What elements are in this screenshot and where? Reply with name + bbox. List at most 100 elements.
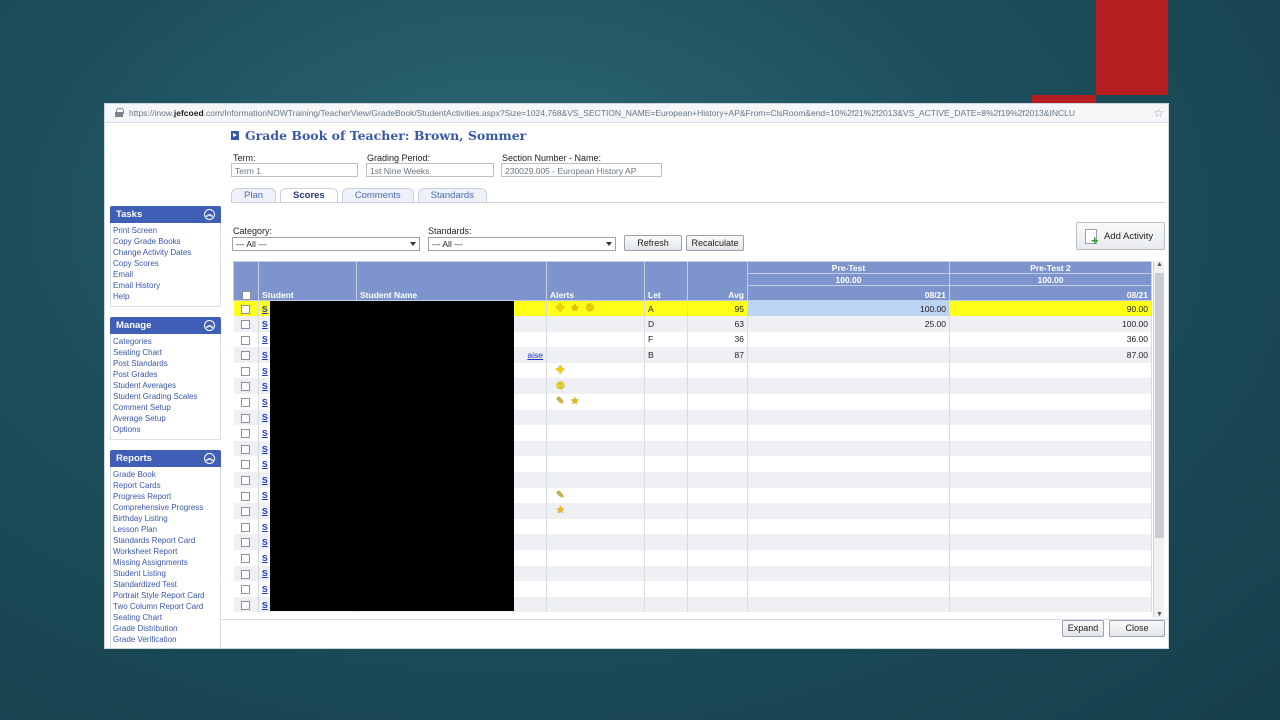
score-cell[interactable] bbox=[949, 409, 1152, 426]
row-checkbox[interactable] bbox=[241, 413, 251, 423]
activity-name-header[interactable]: Pre-Test bbox=[747, 261, 950, 274]
score-cell[interactable] bbox=[747, 565, 950, 582]
student-name-link[interactable]: aise bbox=[527, 350, 543, 360]
tasks-link[interactable]: Email bbox=[113, 269, 218, 280]
row-checkbox[interactable] bbox=[241, 491, 251, 501]
row-checkbox[interactable] bbox=[241, 320, 251, 330]
score-cell[interactable]: 25.00 bbox=[747, 316, 950, 332]
reports-link[interactable]: Worksheet Report bbox=[113, 546, 218, 557]
add-activity-button[interactable]: + Add Activity bbox=[1076, 222, 1165, 250]
reports-panel-header[interactable]: Reports ︽ bbox=[110, 450, 221, 467]
reports-link[interactable]: Two Column Report Card bbox=[113, 601, 218, 612]
student-link[interactable]: S bbox=[262, 490, 268, 500]
student-name-header[interactable]: Student Name bbox=[356, 261, 547, 301]
score-cell[interactable] bbox=[747, 362, 950, 379]
student-link[interactable]: S bbox=[262, 522, 268, 532]
score-cell[interactable] bbox=[747, 456, 950, 473]
standards-select[interactable]: --- All --- bbox=[428, 237, 616, 251]
student-link[interactable]: S bbox=[262, 319, 268, 329]
collapse-icon[interactable]: ︽ bbox=[204, 453, 215, 464]
score-cell[interactable]: 87.00 bbox=[949, 347, 1152, 363]
grid-scrollbar[interactable]: ▲ ▼ bbox=[1153, 261, 1164, 618]
lightbulb-alert-icon[interactable]: ❶ bbox=[556, 381, 565, 392]
score-cell[interactable] bbox=[747, 331, 950, 348]
score-cell[interactable] bbox=[747, 472, 950, 488]
score-cell[interactable]: 100.00 bbox=[949, 316, 1152, 332]
let-header[interactable]: Let bbox=[644, 261, 688, 301]
score-cell[interactable] bbox=[747, 503, 950, 519]
reports-link[interactable]: Student Listing bbox=[113, 568, 218, 579]
score-cell[interactable]: 90.00 bbox=[949, 300, 1152, 317]
close-button[interactable]: Close bbox=[1109, 620, 1165, 637]
reports-link[interactable]: Missing Assignments bbox=[113, 557, 218, 568]
score-cell[interactable] bbox=[949, 518, 1152, 535]
row-checkbox[interactable] bbox=[241, 460, 251, 470]
row-checkbox[interactable] bbox=[241, 304, 251, 314]
score-cell[interactable] bbox=[949, 378, 1152, 395]
score-cell[interactable] bbox=[949, 472, 1152, 488]
row-checkbox[interactable] bbox=[241, 600, 251, 610]
row-checkbox[interactable] bbox=[241, 569, 251, 579]
manage-link[interactable]: Post Grades bbox=[113, 369, 218, 380]
score-cell[interactable] bbox=[949, 487, 1152, 504]
student-link[interactable]: S bbox=[262, 444, 268, 454]
score-cell[interactable] bbox=[949, 596, 1152, 613]
score-cell[interactable]: 100.00 bbox=[747, 300, 950, 317]
tasks-link[interactable]: Copy Grade Books bbox=[113, 236, 218, 247]
row-checkbox[interactable] bbox=[241, 382, 251, 392]
score-cell[interactable] bbox=[949, 503, 1152, 519]
star-alert-icon[interactable]: ★ bbox=[570, 397, 579, 407]
student-link[interactable]: S bbox=[262, 334, 268, 344]
reports-link[interactable]: Grade Verification bbox=[113, 634, 218, 645]
student-link[interactable]: S bbox=[262, 381, 268, 391]
scroll-down-icon[interactable]: ▼ bbox=[1156, 611, 1163, 618]
student-link[interactable]: S bbox=[262, 397, 268, 407]
tasks-link[interactable]: Change Activity Dates bbox=[113, 247, 218, 258]
row-checkbox[interactable] bbox=[241, 429, 251, 439]
score-cell[interactable] bbox=[747, 409, 950, 426]
score-cell[interactable] bbox=[747, 394, 950, 410]
row-checkbox[interactable] bbox=[241, 553, 251, 563]
score-cell[interactable] bbox=[949, 425, 1152, 441]
score-cell[interactable] bbox=[747, 378, 950, 395]
address-bar[interactable]: https://inow.jefcoed.com/InformationNOWT… bbox=[105, 104, 1168, 123]
pencil-alert-icon[interactable]: ✎ bbox=[556, 397, 564, 407]
score-cell[interactable] bbox=[747, 425, 950, 441]
row-checkbox[interactable] bbox=[241, 585, 251, 595]
score-cell[interactable]: 36.00 bbox=[949, 331, 1152, 348]
reports-link[interactable]: Grade Distribution bbox=[113, 623, 218, 634]
row-checkbox[interactable] bbox=[241, 522, 251, 532]
student-link[interactable]: S bbox=[262, 412, 268, 422]
student-link[interactable]: S bbox=[262, 537, 268, 547]
score-cell[interactable] bbox=[949, 565, 1152, 582]
collapse-icon[interactable]: ︽ bbox=[204, 209, 215, 220]
favorite-star-icon[interactable]: ☆ bbox=[1153, 106, 1164, 120]
student-link[interactable]: S bbox=[262, 600, 268, 610]
row-checkbox[interactable] bbox=[241, 366, 251, 376]
score-cell[interactable] bbox=[747, 518, 950, 535]
row-checkbox[interactable] bbox=[241, 335, 251, 345]
score-cell[interactable] bbox=[747, 596, 950, 613]
tab-scores[interactable]: Scores bbox=[280, 188, 338, 202]
row-checkbox[interactable] bbox=[241, 538, 251, 548]
row-checkbox[interactable] bbox=[241, 397, 251, 407]
tasks-panel-header[interactable]: Tasks ︽ bbox=[110, 206, 221, 223]
student-link[interactable]: S bbox=[262, 366, 268, 376]
manage-link[interactable]: Options bbox=[113, 424, 218, 435]
reports-link[interactable]: Progress Report bbox=[113, 491, 218, 502]
score-cell[interactable] bbox=[949, 456, 1152, 473]
scroll-up-icon[interactable]: ▲ bbox=[1156, 261, 1163, 268]
score-cell[interactable] bbox=[949, 394, 1152, 410]
select-all-checkbox[interactable] bbox=[241, 291, 251, 300]
reports-link[interactable]: Portrait Style Report Card bbox=[113, 590, 218, 601]
student-link[interactable]: S bbox=[262, 304, 268, 314]
scrollbar-thumb[interactable] bbox=[1155, 273, 1164, 538]
star-alert-icon[interactable]: ★ bbox=[556, 506, 565, 516]
score-cell[interactable] bbox=[747, 550, 950, 566]
category-select[interactable]: --- All --- bbox=[232, 237, 420, 251]
reports-link[interactable]: Birthday Listing bbox=[113, 513, 218, 524]
score-cell[interactable] bbox=[949, 581, 1152, 597]
reports-link[interactable]: Grade Book bbox=[113, 469, 218, 480]
student-link[interactable]: S bbox=[262, 506, 268, 516]
student-header[interactable]: Student bbox=[258, 261, 357, 301]
